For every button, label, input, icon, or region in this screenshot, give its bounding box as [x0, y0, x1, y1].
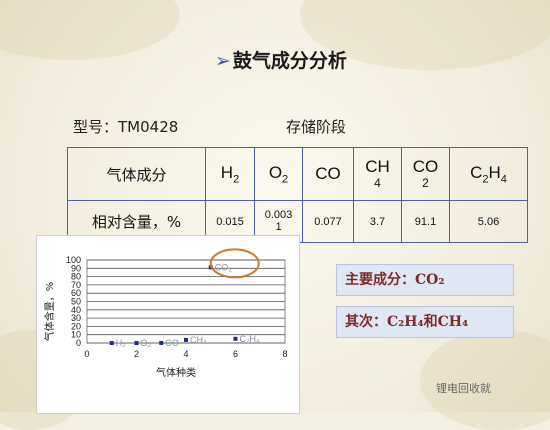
- data-label: C₂H₄: [240, 334, 260, 344]
- value-co2: 91.1: [401, 200, 450, 243]
- data-point: [159, 340, 164, 345]
- value-co: 0.077: [302, 200, 354, 243]
- gas-co2: CO 2: [401, 147, 450, 201]
- data-point: [109, 340, 114, 345]
- x-tick-label: 0: [84, 349, 89, 359]
- data-label: CO: [165, 338, 179, 348]
- gas-o2: O2: [254, 147, 303, 201]
- title-text: 鼓气成分分析: [232, 50, 347, 72]
- bullet-arrow-icon: ➢: [215, 50, 231, 72]
- chart-svg: 01020304050607080901000 2 4 6 8气体种类气体含量，%H₂ O…: [43, 248, 288, 379]
- model-label: 型号：TM0428: [73, 118, 179, 136]
- x-tick-label: 6: [233, 349, 238, 359]
- x-axis-title: 气体种类: [156, 366, 196, 379]
- y-axis-title: 气体含量，%: [43, 282, 56, 342]
- x-tick-label: 4: [183, 349, 188, 359]
- gas-table: 气体成分 H2 O2 CO CH 4 CO 2 C2H4 相对含量，% 0.015 …: [67, 147, 528, 243]
- value-ch4: 3.7: [353, 200, 402, 243]
- y-tick-label: 100: [66, 255, 81, 265]
- secondary-component-box: 其次：C₂H₄和CH₄: [336, 306, 514, 338]
- x-tick-label: 8: [282, 349, 287, 359]
- table-row-gases: 气体成分 H2 O2 CO CH 4 CO 2 C2H4: [67, 147, 528, 201]
- data-label: CH₄: [190, 335, 207, 345]
- value-c2h4: 5.06: [449, 200, 528, 243]
- data-point: [184, 337, 188, 342]
- gas-h2: H2: [205, 147, 255, 201]
- gas-chart: 0 10 20 30 40 50 60 70 80 90 100 0 2 4 6 8 气体种类 气体含量，% H₂ O…: [36, 235, 300, 414]
- gas-co: CO: [302, 147, 354, 201]
- watermark-text: 锂电回收就: [436, 382, 491, 395]
- stage-label: 存储阶段: [286, 118, 347, 136]
- table-header-gas: 气体成分: [67, 147, 206, 201]
- data-label: H₂: [116, 338, 126, 348]
- data-point: [134, 340, 139, 345]
- gas-ch4: CH 4: [353, 147, 402, 201]
- gas-c2h4: C2H4: [449, 147, 528, 201]
- data-point: [233, 336, 238, 341]
- x-tick-label: 2: [134, 349, 139, 359]
- main-component-box: 主要成分：CO₂: [336, 264, 514, 296]
- data-label: CO₂: [215, 262, 233, 272]
- slide-title: ➢ 鼓气成分分析: [215, 46, 347, 73]
- data-label: O₂: [141, 338, 152, 348]
